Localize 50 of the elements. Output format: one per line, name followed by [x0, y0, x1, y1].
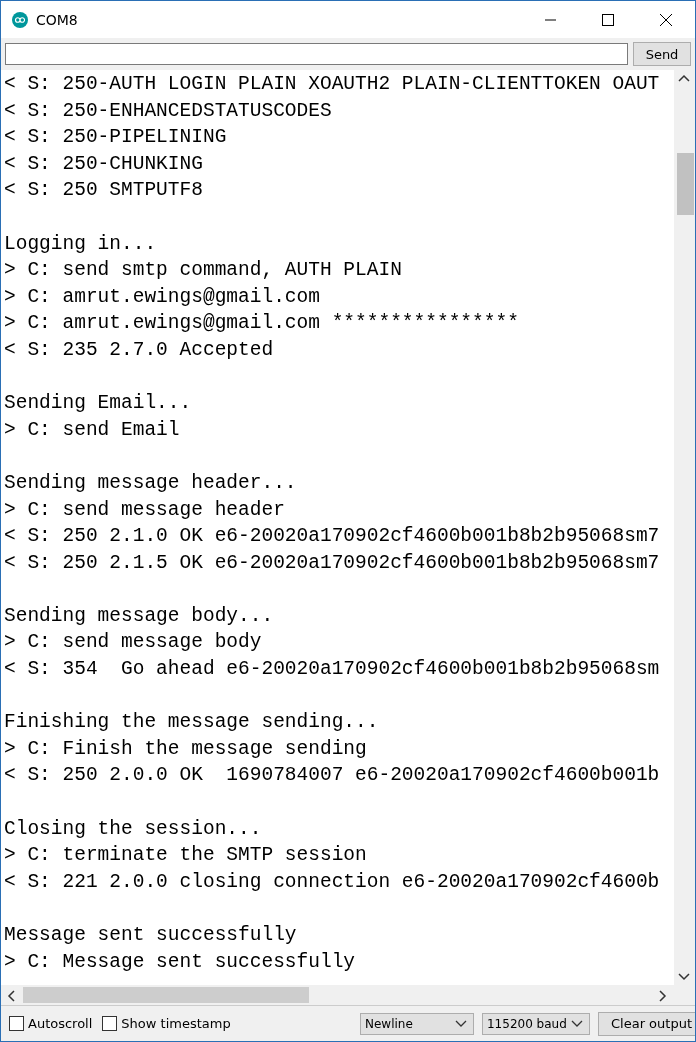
- log-line: Sending message header...: [4, 470, 297, 496]
- scroll-thumb[interactable]: [677, 153, 694, 215]
- log-line: > C: send Email: [4, 417, 180, 443]
- log-line: < S: 354 Go ahead e6-20020a170902cf4600b001b8b2b95068sm: [4, 657, 660, 683]
- log-line: > C: send message body: [4, 630, 262, 656]
- scroll-thumb[interactable]: [23, 987, 309, 1003]
- log-line: Closing the session...: [4, 816, 262, 842]
- log-line: < S: 250 2.0.0 OK 1690784007 e6-20020a170902cf4600b001b: [4, 763, 660, 789]
- log-line: < S: 250-CHUNKING: [4, 151, 203, 177]
- checkbox-label: Show timestamp: [121, 1016, 231, 1031]
- chevron-down-icon: [455, 1019, 467, 1028]
- checkbox[interactable]: [102, 1016, 118, 1031]
- log-line: > C: amrut.ewings@gmail.com ****************: [4, 311, 519, 337]
- log-line: Finishing the message sending...: [4, 710, 379, 736]
- checkbox[interactable]: [9, 1016, 24, 1031]
- log-line: < S: 235 2.7.0 Accepted: [4, 337, 274, 363]
- log-line: > C: amrut.ewings@gmail.com: [4, 284, 320, 310]
- message-input[interactable]: [5, 43, 628, 65]
- log-line: < S: 221 2.0.0 closing connection e6-20020a170902cf4600b: [4, 869, 660, 895]
- log-line: < S: 250-PIPELINING: [4, 125, 227, 151]
- scroll-down-icon[interactable]: [678, 973, 690, 981]
- scroll-left-icon[interactable]: [7, 990, 15, 1002]
- clear-output-button[interactable]: Clear output: [598, 1011, 695, 1036]
- log-line: Message sent successfully: [4, 923, 297, 948]
- log-line: > C: send smtp command, AUTH PLAIN: [4, 258, 402, 284]
- log-line: Sending message body...: [4, 603, 274, 629]
- baud-rate-dropdown[interactable]: 115200 baud: [482, 1012, 590, 1035]
- log-line: Logging in...: [4, 231, 157, 257]
- log-line: > C: Finish the message sending: [4, 736, 367, 762]
- log-line: > C: terminate the SMTP session: [4, 843, 367, 869]
- checkbox-label: Autoscroll: [28, 1016, 93, 1031]
- window-title: COM8: [36, 11, 79, 28]
- scroll-up-icon[interactable]: [678, 74, 690, 82]
- app-logo-icon: [12, 11, 28, 28]
- log-line: < S: 250 SMTPUTF8: [4, 178, 203, 204]
- minimize-icon: [544, 18, 556, 21]
- maximize-icon: [602, 13, 614, 26]
- chevron-down-icon: [571, 1019, 583, 1028]
- log-line: < S: 250 2.1.0 OK e6-20020a170902cf4600b001b8b2b95068sm7: [4, 524, 660, 550]
- close-icon: [660, 13, 672, 26]
- log-line: < S: 250 2.1.5 OK e6-20020a170902cf4600b001b8b2b95068sm7: [4, 550, 660, 576]
- send-button[interactable]: Send: [633, 42, 691, 66]
- log-line: < S: 250-AUTH LOGIN PLAIN XOAUTH2 PLAIN-CLIENTTOKEN OAUT: [4, 72, 660, 97]
- log-line: > C: Message sent successfully: [4, 949, 356, 975]
- log-line: > C: send message header: [4, 497, 285, 523]
- log-line: Sending Email...: [4, 391, 192, 417]
- horizontal-scrollbar[interactable]: [1, 985, 695, 1005]
- scroll-right-icon[interactable]: [659, 990, 667, 1002]
- log-line: < S: 250-ENHANCEDSTATUSCODES: [4, 98, 332, 124]
- line-ending-dropdown[interactable]: Newline: [360, 1012, 474, 1035]
